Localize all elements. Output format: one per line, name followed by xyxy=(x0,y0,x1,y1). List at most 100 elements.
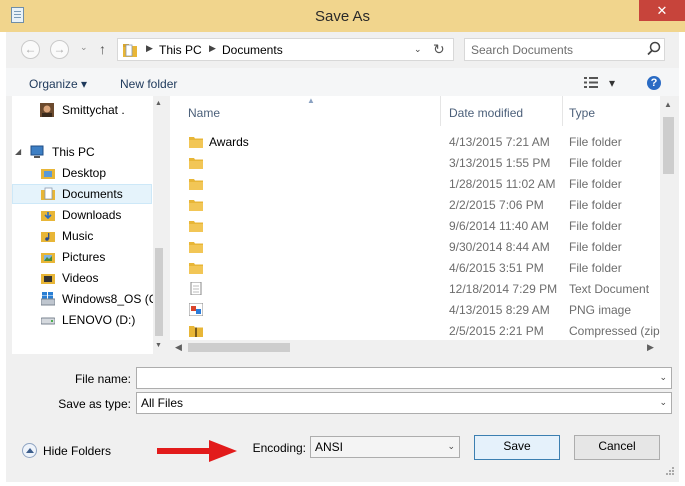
file-date: 4/13/2015 7:21 AM xyxy=(449,135,550,149)
file-date: 3/13/2015 1:55 PM xyxy=(449,156,551,170)
resize-grip-icon[interactable] xyxy=(665,466,675,476)
scrollbar-thumb[interactable] xyxy=(663,117,674,174)
file-type: File folder xyxy=(569,219,622,233)
windows-drive-icon xyxy=(41,292,55,306)
save-as-type-select[interactable]: All Files ⌄ xyxy=(136,392,672,414)
view-dropdown[interactable]: ▾ xyxy=(609,76,615,90)
file-date: 1/28/2015 11:02 AM xyxy=(449,177,556,191)
documents-folder-icon xyxy=(123,44,137,57)
up-level-button[interactable]: ↑ xyxy=(99,41,106,57)
scroll-left-icon[interactable]: ◀ xyxy=(175,342,182,353)
scroll-right-icon[interactable]: ▶ xyxy=(647,342,654,353)
nav-item-user[interactable]: Smittychat . xyxy=(12,100,152,120)
nav-item-label: Smittychat . xyxy=(62,103,125,117)
nav-item-music[interactable]: Music xyxy=(12,226,152,246)
organize-button[interactable]: Organize ▾ xyxy=(29,77,87,91)
red-arrow-annotation xyxy=(157,440,237,462)
table-row[interactable]: 2/2/2015 7:06 PM File folder xyxy=(170,194,660,215)
nav-item-label: LENOVO (D:) xyxy=(62,313,136,327)
recent-locations-dropdown[interactable]: ⌄ xyxy=(80,42,88,53)
scroll-up-icon[interactable]: ▲ xyxy=(155,100,162,107)
file-type: File folder xyxy=(569,198,622,212)
scroll-down-icon[interactable]: ▼ xyxy=(155,342,162,349)
back-button[interactable]: ← xyxy=(21,40,40,59)
nav-item-videos[interactable]: Videos xyxy=(12,268,152,288)
column-header-name[interactable]: Name xyxy=(170,96,440,126)
nav-item-label: Desktop xyxy=(62,166,107,180)
breadcrumb-documents[interactable]: Documents xyxy=(222,43,283,57)
file-type: File folder xyxy=(569,156,622,170)
file-list: ▲ Name Date modified Type Awards 4/13/201… xyxy=(170,96,660,340)
scrollbar-corner xyxy=(660,340,677,355)
chevron-down-icon[interactable]: ⌄ xyxy=(659,397,667,408)
chevron-down-icon[interactable]: ⌄ xyxy=(659,372,667,383)
nav-item-desktop[interactable]: Desktop xyxy=(12,163,152,183)
file-list-hscrollbar[interactable]: ◀ ▶ xyxy=(170,340,660,355)
file-name-label: File name: xyxy=(74,372,131,386)
nav-item-label: Windows8_OS (C xyxy=(62,292,158,306)
drive-icon xyxy=(41,317,55,325)
table-row[interactable]: 4/13/2015 8:29 AM PNG image xyxy=(170,299,660,320)
encoding-select[interactable]: ANSI ⌄ xyxy=(310,436,460,458)
folder-icon xyxy=(189,261,203,274)
nav-item-this-pc[interactable]: ◢ This PC xyxy=(12,142,152,162)
table-row[interactable]: 1/28/2015 11:02 AM File folder xyxy=(170,173,660,194)
search-input[interactable] xyxy=(471,42,641,57)
nav-item-documents[interactable]: Documents xyxy=(12,184,152,204)
table-row[interactable]: 3/13/2015 1:55 PM File folder xyxy=(170,152,660,173)
new-folder-button[interactable]: New folder xyxy=(120,77,177,91)
search-box[interactable] xyxy=(464,38,665,61)
breadcrumb-this-pc[interactable]: This PC xyxy=(159,43,202,57)
file-type: File folder xyxy=(569,261,622,275)
nav-item-label: Documents xyxy=(62,187,123,201)
search-icon[interactable] xyxy=(645,40,663,58)
nav-item-lenovo-drive[interactable]: LENOVO (D:) xyxy=(12,310,152,330)
file-type: File folder xyxy=(569,177,622,191)
documents-folder-icon xyxy=(41,187,55,200)
save-as-type-label: Save as type: xyxy=(58,397,131,411)
nav-item-label: This PC xyxy=(52,145,95,159)
nav-item-downloads[interactable]: Downloads xyxy=(12,205,152,225)
videos-folder-icon xyxy=(41,274,55,284)
tree-expand-icon[interactable]: ◢ xyxy=(15,147,21,156)
user-avatar-icon xyxy=(40,103,54,117)
collapse-icon xyxy=(22,443,37,458)
nav-item-windows-drive[interactable]: Windows8_OS (C xyxy=(12,289,165,309)
column-header-date[interactable]: Date modified xyxy=(441,96,562,126)
cancel-button[interactable]: Cancel xyxy=(574,435,660,460)
text-document-icon xyxy=(189,281,203,296)
table-row[interactable]: 4/6/2015 3:51 PM File folder xyxy=(170,257,660,278)
folder-icon xyxy=(189,135,203,148)
help-icon[interactable]: ? xyxy=(647,76,661,90)
folder-icon xyxy=(189,156,203,169)
file-type: Compressed (zipp xyxy=(569,324,660,338)
file-list-scrollbar[interactable]: ▲ xyxy=(660,96,677,340)
address-dropdown[interactable]: ⌄ xyxy=(414,44,422,55)
chevron-down-icon[interactable]: ⌄ xyxy=(447,441,455,452)
table-row[interactable]: 9/30/2014 8:44 AM File folder xyxy=(170,236,660,257)
view-options-icon[interactable] xyxy=(584,77,598,88)
file-type: Text Document xyxy=(569,282,650,296)
table-row[interactable]: Awards 4/13/2015 7:21 AM File folder xyxy=(170,131,660,152)
scrollbar-thumb[interactable] xyxy=(188,343,290,352)
close-button[interactable]: ✕ xyxy=(639,0,685,21)
save-button[interactable]: Save xyxy=(474,435,560,460)
refresh-button[interactable]: ↻ xyxy=(433,41,445,58)
table-row[interactable]: 2/5/2015 2:21 PM Compressed (zipp xyxy=(170,320,660,340)
file-name-input[interactable]: ⌄ xyxy=(136,367,672,389)
nav-item-pictures[interactable]: Pictures xyxy=(12,247,152,267)
address-bar[interactable]: ▶ This PC ▶ Documents ⌄ ↻ xyxy=(117,38,454,61)
scrollbar-thumb[interactable] xyxy=(155,248,163,336)
forward-button[interactable]: → xyxy=(50,40,69,59)
scroll-up-icon[interactable]: ▲ xyxy=(664,100,672,109)
column-header-type[interactable]: Type xyxy=(563,96,660,126)
nav-pane-scrollbar[interactable]: ▲ ▼ xyxy=(153,96,165,354)
file-date: 4/6/2015 3:51 PM xyxy=(449,261,544,275)
file-date: 4/13/2015 8:29 AM xyxy=(449,303,550,317)
nav-item-label: Videos xyxy=(62,271,99,285)
table-row[interactable]: 9/6/2014 11:40 AM File folder xyxy=(170,215,660,236)
file-date: 2/2/2015 7:06 PM xyxy=(449,198,544,212)
encoding-label: Encoding: xyxy=(252,441,306,455)
table-row[interactable]: 12/18/2014 7:29 PM Text Document xyxy=(170,278,660,299)
window-title: Save As xyxy=(314,8,371,25)
